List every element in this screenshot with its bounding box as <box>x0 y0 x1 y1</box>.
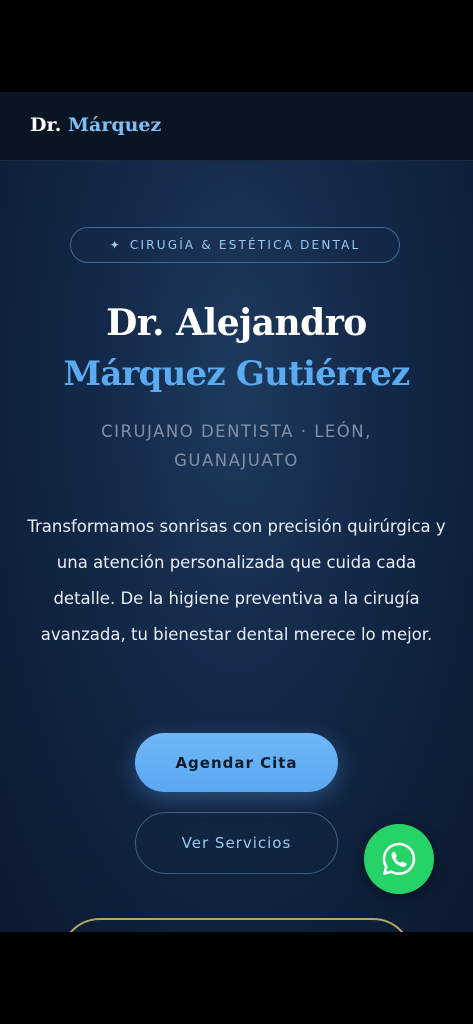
brand-accent: Márquez <box>67 114 162 136</box>
gold-outline-card <box>60 918 413 932</box>
whatsapp-icon <box>382 842 416 875</box>
brand-prefix: Dr. <box>30 114 62 136</box>
specialty-badge: ✦ CIRUGÍA & ESTÉTICA DENTAL <box>70 227 400 263</box>
doctor-name-first: Dr. Alejandro <box>106 302 367 344</box>
book-appointment-button[interactable]: Agendar Cita <box>135 733 338 792</box>
doctor-subtitle: CIRUJANO DENTISTA · LEÓN, GUANAJUATO <box>101 422 372 470</box>
website-viewport: Dr. Márquez ✦ CIRUGÍA & ESTÉTICA DENTAL … <box>0 92 473 932</box>
sparkle-icon: ✦ <box>109 238 122 252</box>
view-services-button[interactable]: Ver Servicios <box>135 812 338 874</box>
brand-logo[interactable]: Dr. Márquez <box>30 114 161 136</box>
doctor-name-last: Márquez Gutiérrez <box>63 354 410 394</box>
status-bar-area <box>0 0 473 92</box>
badge-text: CIRUGÍA & ESTÉTICA DENTAL <box>129 238 361 252</box>
bottom-bar-area <box>0 932 473 1024</box>
site-header: Dr. Márquez <box>0 92 473 161</box>
whatsapp-button[interactable] <box>364 824 434 894</box>
hero-description: Transformamos sonrisas con precisión qui… <box>27 517 446 644</box>
